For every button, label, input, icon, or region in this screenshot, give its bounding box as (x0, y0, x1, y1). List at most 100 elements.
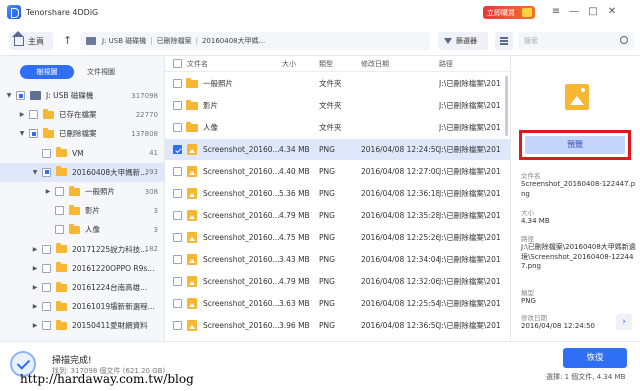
buy-now-button[interactable]: 立即購買 (483, 6, 535, 19)
header-name[interactable]: 文件名 (187, 59, 208, 69)
tab-file-view[interactable]: 文件視圖 (74, 65, 128, 79)
filter-button[interactable]: 篩選器 (438, 32, 488, 50)
tree-item[interactable]: ▶ 20161019壩新新選程... (0, 297, 165, 316)
cell-type: PNG (319, 321, 335, 330)
folder-icon (69, 223, 80, 234)
header-size[interactable]: 大小 (282, 59, 296, 69)
tree-item[interactable]: ▶ 20171225說力科技... 182 (0, 240, 165, 259)
breadcrumb-item[interactable]: J: USB 磁碟機 (102, 36, 146, 46)
tree-checkbox[interactable] (42, 321, 51, 331)
image-file-icon (187, 276, 197, 287)
chevron-right-icon[interactable]: ▶ (32, 303, 38, 310)
maximize-icon[interactable]: □ (586, 5, 600, 19)
tree-item[interactable]: ▼ J: USB 磁碟機 317098 (0, 86, 165, 105)
cell-size: 3.43 MB (279, 255, 310, 264)
breadcrumb-item[interactable]: 已刪除檔案 (157, 36, 192, 46)
header-type[interactable]: 類型 (319, 59, 333, 69)
row-checkbox[interactable] (173, 233, 182, 242)
tree-item[interactable]: ▶ 20150411愛財網資料 (0, 316, 165, 335)
tree-item[interactable]: 影片 3 (0, 201, 165, 220)
row-checkbox[interactable] (173, 211, 182, 220)
chevron-right-icon[interactable]: ▶ (32, 284, 38, 291)
recover-button[interactable]: 恢復 (563, 348, 627, 368)
table-row[interactable]: Screenshot_20160... 3.96 MB PNG 2016/04/08 … (165, 315, 510, 336)
cell-type: PNG (319, 145, 335, 154)
row-checkbox[interactable] (173, 101, 182, 110)
chevron-right-icon[interactable]: ▶ (32, 265, 38, 272)
tree-item[interactable]: ▶ 已存在檔案 22770 (0, 105, 165, 124)
row-checkbox[interactable] (173, 255, 182, 264)
tree-item[interactable]: ▶ 一般照片 308 (0, 182, 165, 201)
chevron-right-icon[interactable]: ▶ (19, 111, 25, 118)
tree-item[interactable]: ▼ 已刪除檔案 137808 (0, 124, 165, 143)
table-row[interactable]: Screenshot_20160... 4.79 MB PNG 2016/04/08 … (165, 205, 510, 226)
header-path[interactable]: 路徑 (439, 59, 453, 69)
table-row[interactable]: Screenshot_20160... 4.34 MB PNG 2016/04/08 … (165, 139, 510, 160)
chevron-down-icon[interactable]: ▼ (32, 169, 38, 176)
settings-icon[interactable]: ≡ (549, 5, 563, 19)
close-icon[interactable]: ✕ (605, 5, 619, 19)
row-checkbox[interactable] (173, 299, 182, 308)
search-icon[interactable] (620, 36, 628, 44)
tree-item[interactable]: ▶ 20161220OPPO R9s... (0, 259, 165, 278)
tab-tree-view[interactable]: 樹視圖 (20, 65, 74, 79)
table-row[interactable]: Screenshot_20160... 4.79 MB PNG 2016/04/08 … (165, 271, 510, 292)
row-checkbox[interactable] (173, 277, 182, 286)
type-label: 類型 (521, 289, 534, 297)
chevron-right-icon[interactable]: ▶ (32, 322, 38, 329)
tree-item[interactable]: ▶ 20161224台南高雄... (0, 278, 165, 297)
tree-checkbox[interactable] (16, 91, 25, 100)
table-row[interactable]: Screenshot_20160... 4.75 MB PNG 2016/04/08 … (165, 227, 510, 248)
tree-item[interactable]: ▼ 20160408大甲媽新... 393 (0, 162, 165, 182)
tree-checkbox[interactable] (29, 110, 38, 120)
header-modified[interactable]: 修改日期 (361, 59, 389, 69)
select-all-checkbox[interactable] (173, 59, 182, 68)
home-button[interactable]: 主頁 (9, 30, 53, 50)
list-view-icon[interactable] (495, 32, 513, 50)
cell-path: J:\已刪除檔案\201 (439, 167, 501, 176)
table-row[interactable]: Screenshot_20160... 3.43 MB PNG 2016/04/08 … (165, 249, 510, 270)
tree-checkbox[interactable] (55, 187, 64, 196)
row-checkbox[interactable] (173, 167, 182, 176)
chevron-right-icon[interactable]: ▶ (32, 246, 38, 253)
type-value: PNG (521, 297, 536, 305)
tree-checkbox[interactable] (42, 167, 51, 177)
row-checkbox[interactable] (173, 79, 182, 88)
tree-checkbox[interactable] (29, 129, 38, 139)
table-row[interactable]: Screenshot_20160... 5.36 MB PNG 2016/04/08 … (165, 183, 510, 204)
tree-checkbox[interactable] (42, 283, 51, 292)
folder-icon (43, 127, 54, 138)
tree-checkbox[interactable] (55, 206, 64, 216)
chevron-right-icon[interactable]: ▶ (45, 188, 51, 195)
image-file-icon (187, 144, 197, 155)
row-checkbox[interactable] (173, 189, 182, 198)
minimize-icon[interactable]: — (567, 5, 581, 19)
row-checkbox[interactable] (173, 145, 182, 154)
tree-checkbox[interactable] (42, 263, 51, 273)
tree-checkbox[interactable] (42, 148, 51, 158)
table-row[interactable]: 人像 文件夾 J:\已刪除檔案\201 (165, 117, 510, 138)
filename-label: 文件名 (521, 172, 541, 180)
up-arrow-icon[interactable]: ↑ (63, 34, 72, 47)
breadcrumb-item[interactable]: 20160408大甲媽... (202, 36, 265, 46)
list-scrollbar[interactable] (505, 76, 508, 136)
tree-item[interactable]: VM 41 (0, 144, 165, 163)
preview-button[interactable]: 預覽 (525, 136, 625, 154)
chevron-down-icon[interactable]: ▼ (19, 130, 25, 137)
tree-checkbox[interactable] (55, 225, 64, 235)
table-row[interactable]: 一般照片 文件夾 J:\已刪除檔案\201 (165, 73, 510, 94)
tree-item[interactable]: 人像 3 (0, 220, 165, 239)
search-input[interactable]: 搜索 (518, 32, 634, 50)
chevron-right-icon[interactable]: › (616, 314, 632, 330)
list-header: 文件名 大小 類型 修改日期 路徑 (165, 56, 510, 72)
chevron-down-icon[interactable]: ▼ (6, 92, 12, 99)
tree-checkbox[interactable] (42, 302, 51, 312)
row-checkbox[interactable] (173, 321, 182, 330)
tree-checkbox[interactable] (42, 244, 51, 254)
tree-item-label: 20161019壩新新選程... (72, 302, 155, 312)
table-row[interactable]: Screenshot_20160... 4.40 MB PNG 2016/04/08 … (165, 161, 510, 182)
table-row[interactable]: Screenshot_20160... 3.63 MB PNG 2016/04/08 … (165, 293, 510, 314)
table-row[interactable]: 影片 文件夾 J:\已刪除檔案\201 (165, 95, 510, 116)
cell-size: 3.63 MB (279, 299, 310, 308)
row-checkbox[interactable] (173, 123, 182, 132)
